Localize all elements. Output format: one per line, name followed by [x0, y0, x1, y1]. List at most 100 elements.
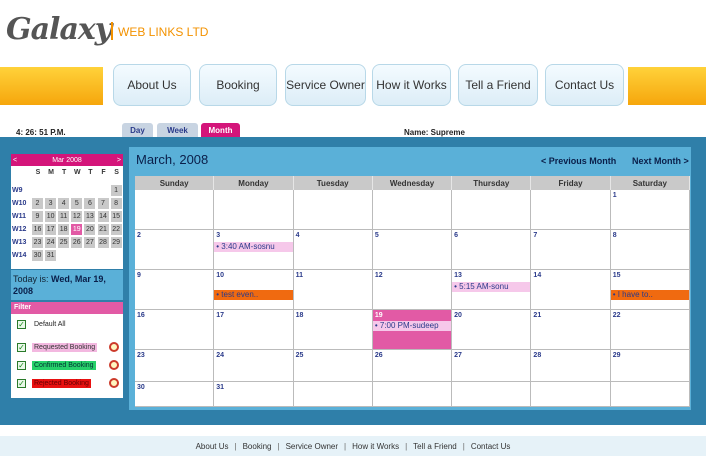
- mini-week-number[interactable]: W11: [12, 210, 26, 222]
- mini-day-21[interactable]: 21: [97, 224, 109, 235]
- magnify-icon[interactable]: [109, 378, 119, 388]
- nav-service-owner[interactable]: Service Owner: [285, 64, 366, 106]
- day-cell-5[interactable]: 5: [372, 230, 453, 270]
- mini-prev-button[interactable]: <: [13, 157, 17, 164]
- mini-day-8[interactable]: 8: [110, 198, 122, 209]
- magnify-icon[interactable]: [109, 360, 119, 370]
- day-cell-14[interactable]: 14: [531, 270, 611, 310]
- day-cell-27[interactable]: 27: [452, 350, 532, 382]
- mini-day-26[interactable]: 26: [71, 237, 83, 248]
- day-cell-24[interactable]: 24: [214, 350, 294, 382]
- footer-link[interactable]: Service Owner: [280, 442, 344, 451]
- footer-link[interactable]: How it Works: [346, 442, 405, 451]
- mini-day-13[interactable]: 13: [84, 211, 96, 222]
- tab-day[interactable]: Day: [122, 123, 153, 137]
- mini-day-16[interactable]: 16: [32, 224, 43, 235]
- day-cell-15[interactable]: 15 • I have to..: [610, 270, 690, 310]
- mini-day-2[interactable]: 2: [32, 198, 43, 209]
- day-cell-2[interactable]: 2: [135, 230, 215, 270]
- day-cell-29[interactable]: 29: [610, 350, 690, 382]
- calendar-event[interactable]: • 7:00 PM-sudeep: [372, 321, 452, 331]
- calendar-event[interactable]: • I have to..: [610, 290, 689, 300]
- day-cell-25[interactable]: 25: [293, 350, 373, 382]
- day-cell-13[interactable]: 13 • 5:15 AM-sonu: [452, 270, 532, 310]
- mini-day-10[interactable]: 10: [45, 211, 57, 222]
- nav-tell-a-friend[interactable]: Tell a Friend: [458, 64, 538, 106]
- day-cell-20[interactable]: 20: [452, 310, 532, 350]
- footer-link[interactable]: Booking: [237, 442, 278, 451]
- mini-day-15[interactable]: 15: [110, 211, 122, 222]
- day-cell-6[interactable]: 6: [452, 230, 532, 270]
- footer-link[interactable]: About Us: [190, 442, 235, 451]
- mini-day-4[interactable]: 4: [58, 198, 70, 209]
- mini-day-14[interactable]: 14: [97, 211, 109, 222]
- calendar-event[interactable]: • 3:40 AM-sosnu: [214, 242, 293, 252]
- mini-day-20[interactable]: 20: [84, 224, 96, 235]
- filter-checkbox-rej[interactable]: ✓: [17, 379, 26, 388]
- mini-week-number[interactable]: W12: [12, 223, 26, 235]
- mini-day-11[interactable]: 11: [58, 211, 70, 222]
- day-cell-22[interactable]: 22: [610, 310, 690, 350]
- mini-day-31[interactable]: 31: [45, 250, 57, 261]
- mini-day-9[interactable]: 9: [32, 211, 43, 222]
- previous-month-link[interactable]: < Previous Month: [541, 156, 616, 166]
- clock: 4: 26: 51 P.M.: [16, 128, 66, 137]
- next-month-link[interactable]: Next Month >: [632, 156, 689, 166]
- nav-about-us[interactable]: About Us: [113, 64, 191, 106]
- day-cell-7[interactable]: 7: [531, 230, 611, 270]
- mini-day-1[interactable]: 1: [110, 185, 122, 196]
- calendar-event[interactable]: • 5:15 AM-sonu: [452, 282, 531, 292]
- nav-booking[interactable]: Booking: [199, 64, 277, 106]
- calendar-event[interactable]: • test even..: [214, 290, 293, 300]
- day-cell-31[interactable]: 31: [214, 382, 294, 407]
- mini-day-30[interactable]: 30: [32, 250, 43, 261]
- mini-day-25[interactable]: 25: [58, 237, 70, 248]
- mini-day-12[interactable]: 12: [71, 211, 83, 222]
- mini-day-24[interactable]: 24: [45, 237, 57, 248]
- mini-day-5[interactable]: 5: [71, 198, 83, 209]
- nav-how-it-works[interactable]: How it Works: [372, 64, 451, 106]
- mini-week-number[interactable]: W13: [12, 236, 26, 248]
- day-cell-18[interactable]: 18: [293, 310, 373, 350]
- day-cell-26[interactable]: 26: [372, 350, 453, 382]
- day-cell-21[interactable]: 21: [531, 310, 611, 350]
- day-cell-11[interactable]: 11: [293, 270, 373, 310]
- day-cell-1[interactable]: 1: [610, 190, 690, 230]
- mini-week-number[interactable]: W9: [12, 184, 23, 196]
- day-cell-8[interactable]: 8: [610, 230, 690, 270]
- mini-day-18[interactable]: 18: [58, 224, 70, 235]
- mini-day-27[interactable]: 27: [84, 237, 96, 248]
- mini-day-6[interactable]: 6: [84, 198, 96, 209]
- day-cell-4[interactable]: 4: [293, 230, 373, 270]
- magnify-icon[interactable]: [109, 342, 119, 352]
- day-cell-30[interactable]: 30: [135, 382, 215, 407]
- day-cell-10[interactable]: 10 • test even..: [214, 270, 294, 310]
- mini-day-19[interactable]: 19: [71, 224, 83, 235]
- filter-checkbox-req[interactable]: ✓: [17, 343, 26, 352]
- mini-day-7[interactable]: 7: [97, 198, 109, 209]
- day-cell-16[interactable]: 16: [135, 310, 215, 350]
- day-cell-3[interactable]: 3 • 3:40 AM-sosnu: [214, 230, 294, 270]
- mini-day-28[interactable]: 28: [97, 237, 109, 248]
- mini-day-3[interactable]: 3: [45, 198, 57, 209]
- day-cell-19[interactable]: 19 • 7:00 PM-sudeep: [372, 310, 453, 350]
- nav-contact-us[interactable]: Contact Us: [545, 64, 624, 106]
- tab-week[interactable]: Week: [157, 123, 198, 137]
- day-cell-17[interactable]: 17: [214, 310, 294, 350]
- day-cell-23[interactable]: 23: [135, 350, 215, 382]
- day-cell-28[interactable]: 28: [531, 350, 611, 382]
- footer-link[interactable]: Tell a Friend: [407, 442, 463, 451]
- footer-link[interactable]: Contact Us: [465, 442, 517, 451]
- mini-next-button[interactable]: >: [117, 157, 121, 164]
- mini-week-number[interactable]: W10: [12, 197, 26, 209]
- mini-day-17[interactable]: 17: [45, 224, 57, 235]
- mini-week-number[interactable]: W14: [12, 249, 26, 261]
- filter-checkbox-default[interactable]: ✓: [17, 320, 26, 329]
- tab-month[interactable]: Month: [201, 123, 240, 137]
- day-cell-12[interactable]: 12: [372, 270, 453, 310]
- day-cell-9[interactable]: 9: [135, 270, 215, 310]
- mini-day-22[interactable]: 22: [110, 224, 122, 235]
- filter-checkbox-conf[interactable]: ✓: [17, 361, 26, 370]
- mini-day-23[interactable]: 23: [32, 237, 43, 248]
- mini-day-29[interactable]: 29: [110, 237, 122, 248]
